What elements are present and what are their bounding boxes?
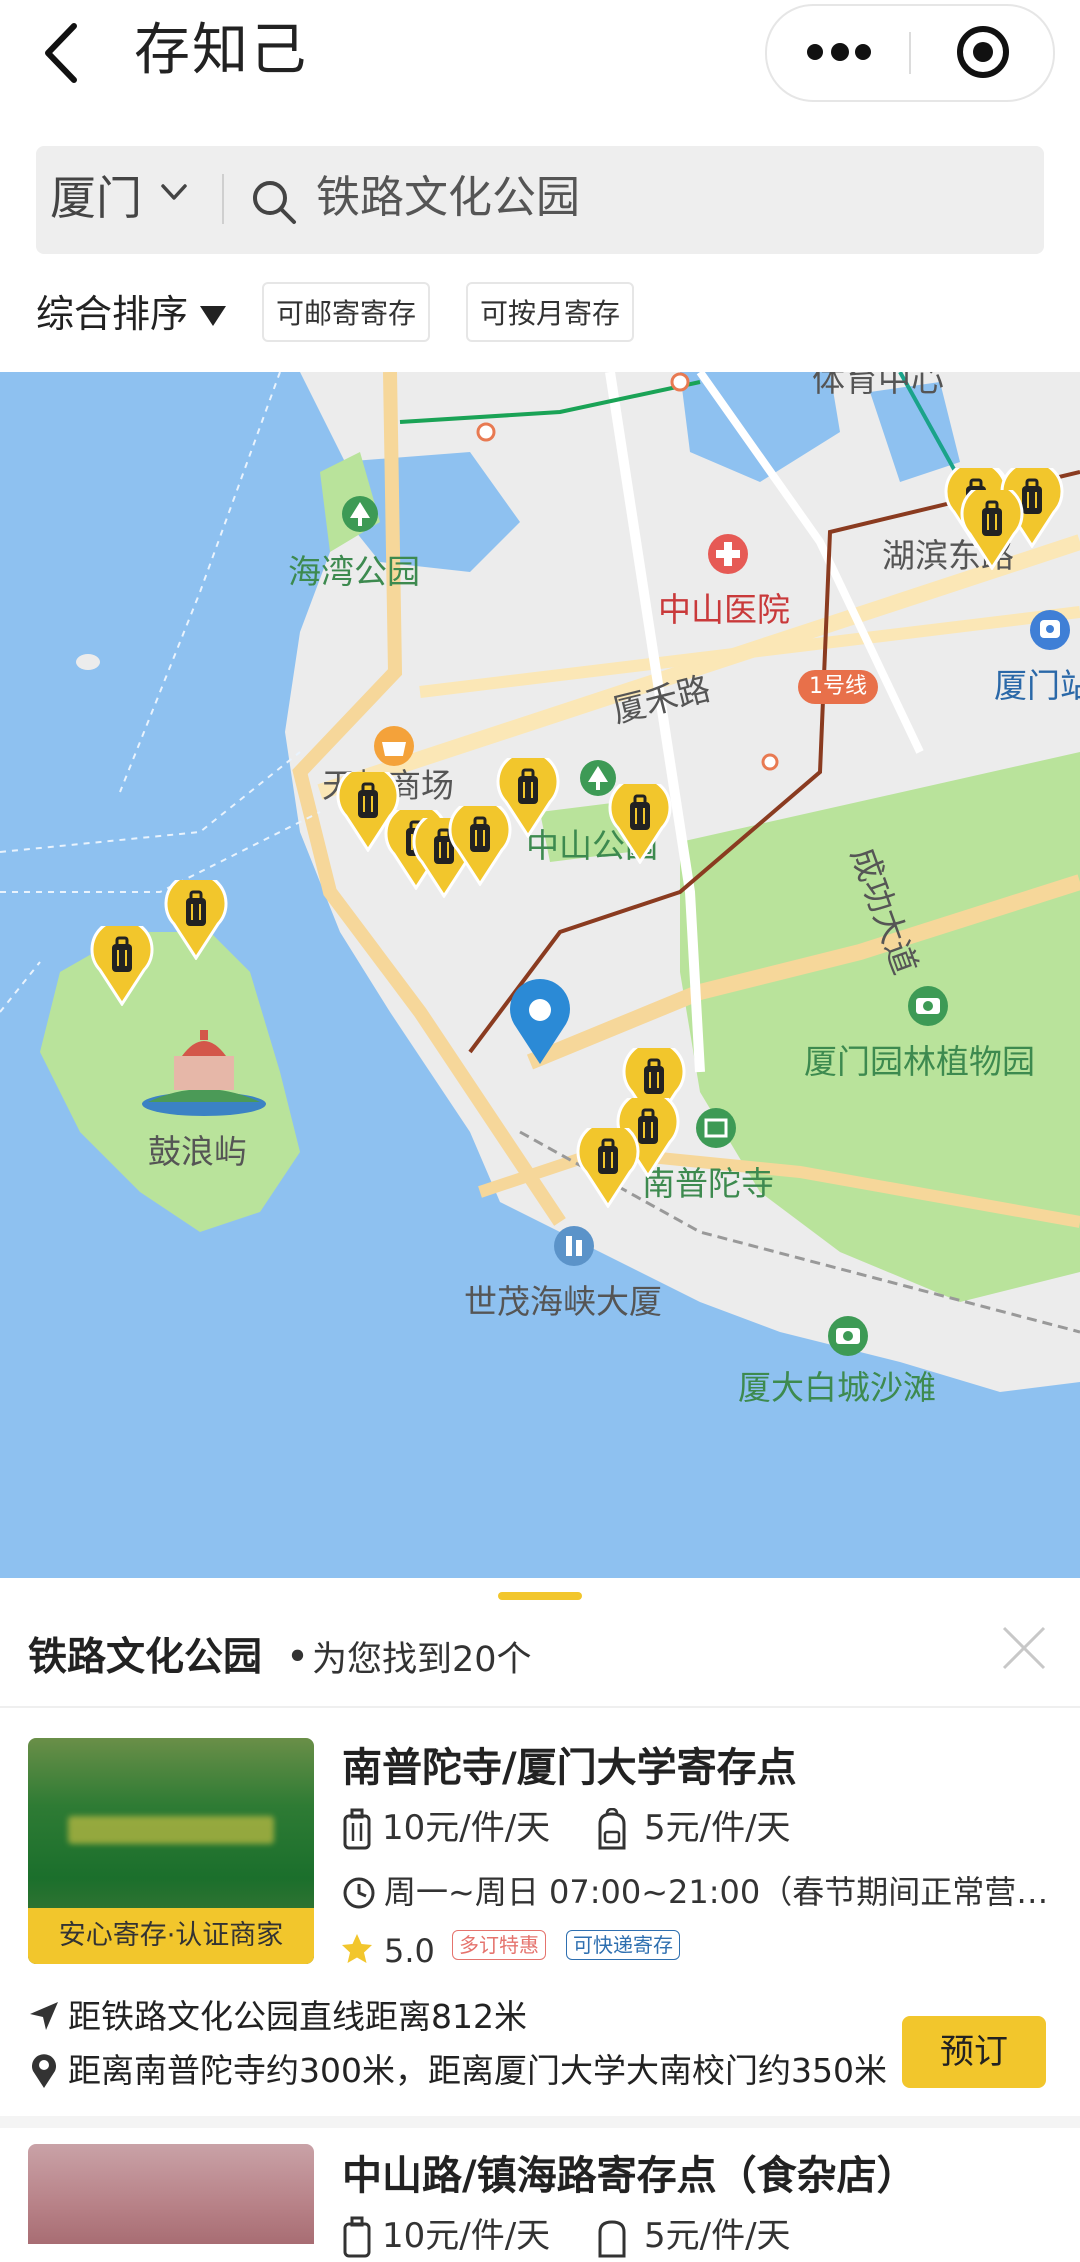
mini-program-capsule bbox=[765, 4, 1055, 102]
metro-line-1-badge: 1号线 bbox=[798, 670, 878, 704]
shop-photo[interactable]: 安心寄存·认证商家 bbox=[28, 1738, 314, 1964]
more-dots-icon[interactable] bbox=[807, 43, 871, 62]
backpack-icon bbox=[598, 1808, 626, 1850]
map-marker-icon bbox=[32, 2054, 56, 2088]
star-icon bbox=[342, 1934, 372, 1963]
backpack-icon bbox=[598, 2220, 626, 2258]
filter-chip-mail[interactable]: 可邮寄寄存 bbox=[262, 282, 431, 342]
shop-name[interactable]: 南普陀寺/厦门大学寄存点 bbox=[342, 1740, 797, 1796]
capsule-divider bbox=[909, 32, 911, 74]
hospital-icon bbox=[708, 534, 748, 574]
results-location: 铁路文化公园 bbox=[28, 1635, 263, 1680]
top-nav-bar: 存知己 bbox=[0, 0, 1080, 120]
filter-chip-monthly[interactable]: 可按月寄存 bbox=[466, 282, 635, 342]
building-icon bbox=[554, 1226, 594, 1266]
train-station-icon bbox=[1030, 610, 1070, 650]
scenic-camera-icon bbox=[908, 986, 948, 1026]
close-target-icon[interactable] bbox=[957, 26, 1009, 78]
tag-express: 可快递寄存 bbox=[566, 1930, 680, 1960]
close-icon[interactable] bbox=[1000, 1624, 1048, 1672]
luggage-pin[interactable] bbox=[608, 784, 672, 864]
price-backpack: 5元/件/天 bbox=[644, 2216, 791, 2256]
shop-photo[interactable] bbox=[28, 2144, 314, 2244]
opening-hours: 周一~周日 07:00~21:00（春节期间正常营… bbox=[384, 1873, 1049, 1911]
map-label-baicheng-beach: 厦大白城沙滩 bbox=[738, 1368, 936, 1407]
shop-name[interactable]: 中山路/镇海路寄存点（食杂店） bbox=[342, 2148, 917, 2204]
shopping-icon bbox=[374, 726, 414, 766]
results-separator: • bbox=[286, 1635, 310, 1680]
app-title: 存知己 bbox=[134, 18, 308, 83]
results-sheet: 铁路文化公园 • 为您找到20个 安心寄存·认证商家 南普陀寺/厦门大学寄存点 … bbox=[0, 1578, 1080, 2258]
suitcase-icon bbox=[343, 2216, 371, 2258]
map-label-haiwan-park: 海湾公园 bbox=[288, 552, 420, 591]
results-count: 为您找到20个 bbox=[312, 1640, 532, 1680]
certified-badge: 安心寄存·认证商家 bbox=[28, 1908, 314, 1964]
map-label-gulangyu: 鼓浪屿 bbox=[148, 1132, 247, 1171]
map-label-sports-center: 体育中心 bbox=[812, 372, 944, 399]
tag-discount: 多订特惠 bbox=[452, 1930, 546, 1960]
map-label-zhongshan-hospital: 中山医院 bbox=[658, 590, 790, 629]
sort-dropdown[interactable]: 综合排序 bbox=[36, 286, 188, 342]
price-backpack: 5元/件/天 bbox=[644, 1808, 791, 1848]
gulangyu-landmark-icon bbox=[142, 1030, 266, 1116]
straight-distance: 距铁路文化公园直线距离812米 bbox=[68, 1997, 527, 2036]
clock-icon bbox=[343, 1877, 375, 1909]
luggage-pin[interactable] bbox=[496, 758, 560, 838]
suitcase-icon bbox=[343, 1808, 371, 1850]
price-suitcase: 10元/件/天 bbox=[382, 2216, 551, 2256]
card-separator bbox=[0, 2116, 1080, 2128]
luggage-pin[interactable] bbox=[164, 880, 228, 960]
back-arrow-icon[interactable] bbox=[34, 18, 94, 88]
nearby-landmarks: 距离南普陀寺约300米，距离厦门大学大南校门约350米 bbox=[68, 2051, 887, 2090]
search-divider bbox=[222, 174, 224, 224]
shop-sign bbox=[68, 1816, 274, 1844]
scenic-camera-icon bbox=[828, 1316, 868, 1356]
luggage-pin[interactable] bbox=[576, 1128, 640, 1208]
luggage-pin[interactable] bbox=[960, 490, 1024, 570]
park-tree-icon bbox=[342, 496, 378, 532]
sort-triangle-icon[interactable] bbox=[200, 306, 226, 326]
rating-score: 5.0 bbox=[384, 1932, 435, 1970]
search-input[interactable]: 铁路文化公园 bbox=[316, 168, 580, 228]
navigation-arrow-icon bbox=[30, 2002, 58, 2030]
luggage-pin[interactable] bbox=[90, 926, 154, 1006]
location-pin-icon bbox=[510, 979, 570, 1064]
city-selector[interactable]: 厦门 bbox=[50, 168, 142, 228]
search-icon bbox=[253, 181, 296, 224]
map-label-botanical-garden: 厦门园林植物园 bbox=[804, 1042, 1035, 1081]
map-label-shimao: 世茂海峡大厦 bbox=[464, 1282, 662, 1321]
divider bbox=[0, 1706, 1080, 1708]
book-button[interactable]: 预订 bbox=[902, 2016, 1046, 2088]
sheet-handle[interactable] bbox=[498, 1592, 582, 1600]
map-view[interactable]: 体育中心 海湾公园 中山医院 湖滨东路 厦门站 厦禾路 1号线 天虹商场 中山公… bbox=[0, 372, 1080, 1578]
temple-icon bbox=[696, 1108, 736, 1148]
search-bar: 厦门 铁路文化公园 bbox=[36, 146, 1044, 254]
chevron-down-icon[interactable] bbox=[160, 178, 188, 206]
map-label-xiamen-station: 厦门站 bbox=[994, 666, 1080, 705]
price-suitcase: 10元/件/天 bbox=[382, 1808, 551, 1848]
